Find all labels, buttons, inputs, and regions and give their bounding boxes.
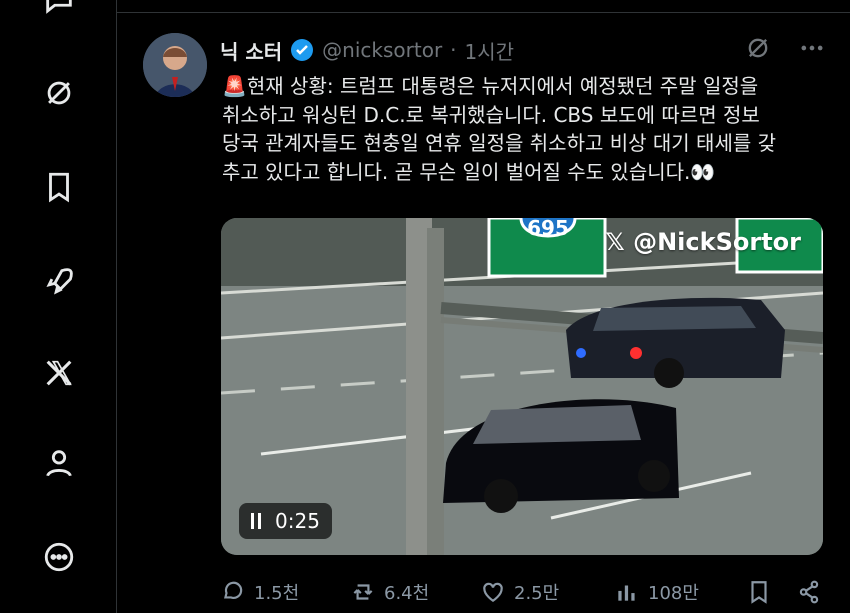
- view-count: 108만: [648, 583, 699, 604]
- bookmark-icon[interactable]: [36, 164, 82, 210]
- tweet-text: 🚨현재 상황: 트럼프 대통령은 뉴저지에서 예정됐던 주말 일정을 취소하고 …: [222, 74, 777, 184]
- reply-icon: [224, 581, 243, 599]
- profile-icon[interactable]: [36, 440, 82, 486]
- video-duration: 0:25: [275, 509, 320, 533]
- retweet-icon: [353, 584, 373, 600]
- author-name[interactable]: 닉 소터: [220, 36, 282, 65]
- x-logo-icon[interactable]: [36, 350, 82, 396]
- reply-count: 1.5천: [254, 583, 300, 604]
- author-handle[interactable]: @nicksortor: [322, 38, 442, 62]
- share-button[interactable]: [796, 579, 822, 605]
- bookmark-button[interactable]: [746, 579, 772, 605]
- video-watermark: 𝕏 @NickSortor: [605, 228, 801, 256]
- like-button[interactable]: 2.5만: [480, 579, 559, 605]
- tweet-time[interactable]: 1시간: [465, 36, 515, 65]
- bookmark-icon: [751, 581, 767, 604]
- grok-analyze-icon[interactable]: [744, 34, 772, 66]
- views-icon: [618, 585, 635, 601]
- tweet-header: 닉 소터 @nicksortor · 1시간: [220, 34, 514, 66]
- tweet-header-actions: [744, 34, 826, 66]
- views-button[interactable]: 108만: [614, 579, 699, 605]
- like-count: 2.5만: [514, 583, 560, 604]
- retweet-count: 6.4천: [384, 583, 430, 604]
- heart-icon: [483, 582, 503, 602]
- tweet-actions: 1.5천 6.4천 2.5만 108만: [220, 575, 830, 609]
- more-options-icon[interactable]: [798, 34, 826, 66]
- share-icon: [799, 580, 819, 604]
- messages-icon[interactable]: [36, 0, 82, 24]
- rocket-icon[interactable]: [36, 259, 82, 305]
- pause-icon: [251, 513, 261, 529]
- timeline-divider: [116, 12, 850, 13]
- grok-icon[interactable]: [36, 70, 82, 116]
- tweet-video[interactable]: 695 𝕏 @NickSortor 0:25: [221, 218, 823, 555]
- meta-separator: ·: [450, 38, 457, 62]
- more-icon[interactable]: [36, 534, 82, 580]
- avatar[interactable]: [143, 33, 207, 97]
- left-sidebar: [0, 0, 117, 613]
- verified-badge-icon: [290, 38, 314, 62]
- highway-sign-number: 695: [527, 218, 569, 240]
- reply-button[interactable]: 1.5천: [220, 579, 299, 605]
- video-play-pause-button[interactable]: 0:25: [239, 503, 332, 539]
- retweet-button[interactable]: 6.4천: [350, 579, 429, 605]
